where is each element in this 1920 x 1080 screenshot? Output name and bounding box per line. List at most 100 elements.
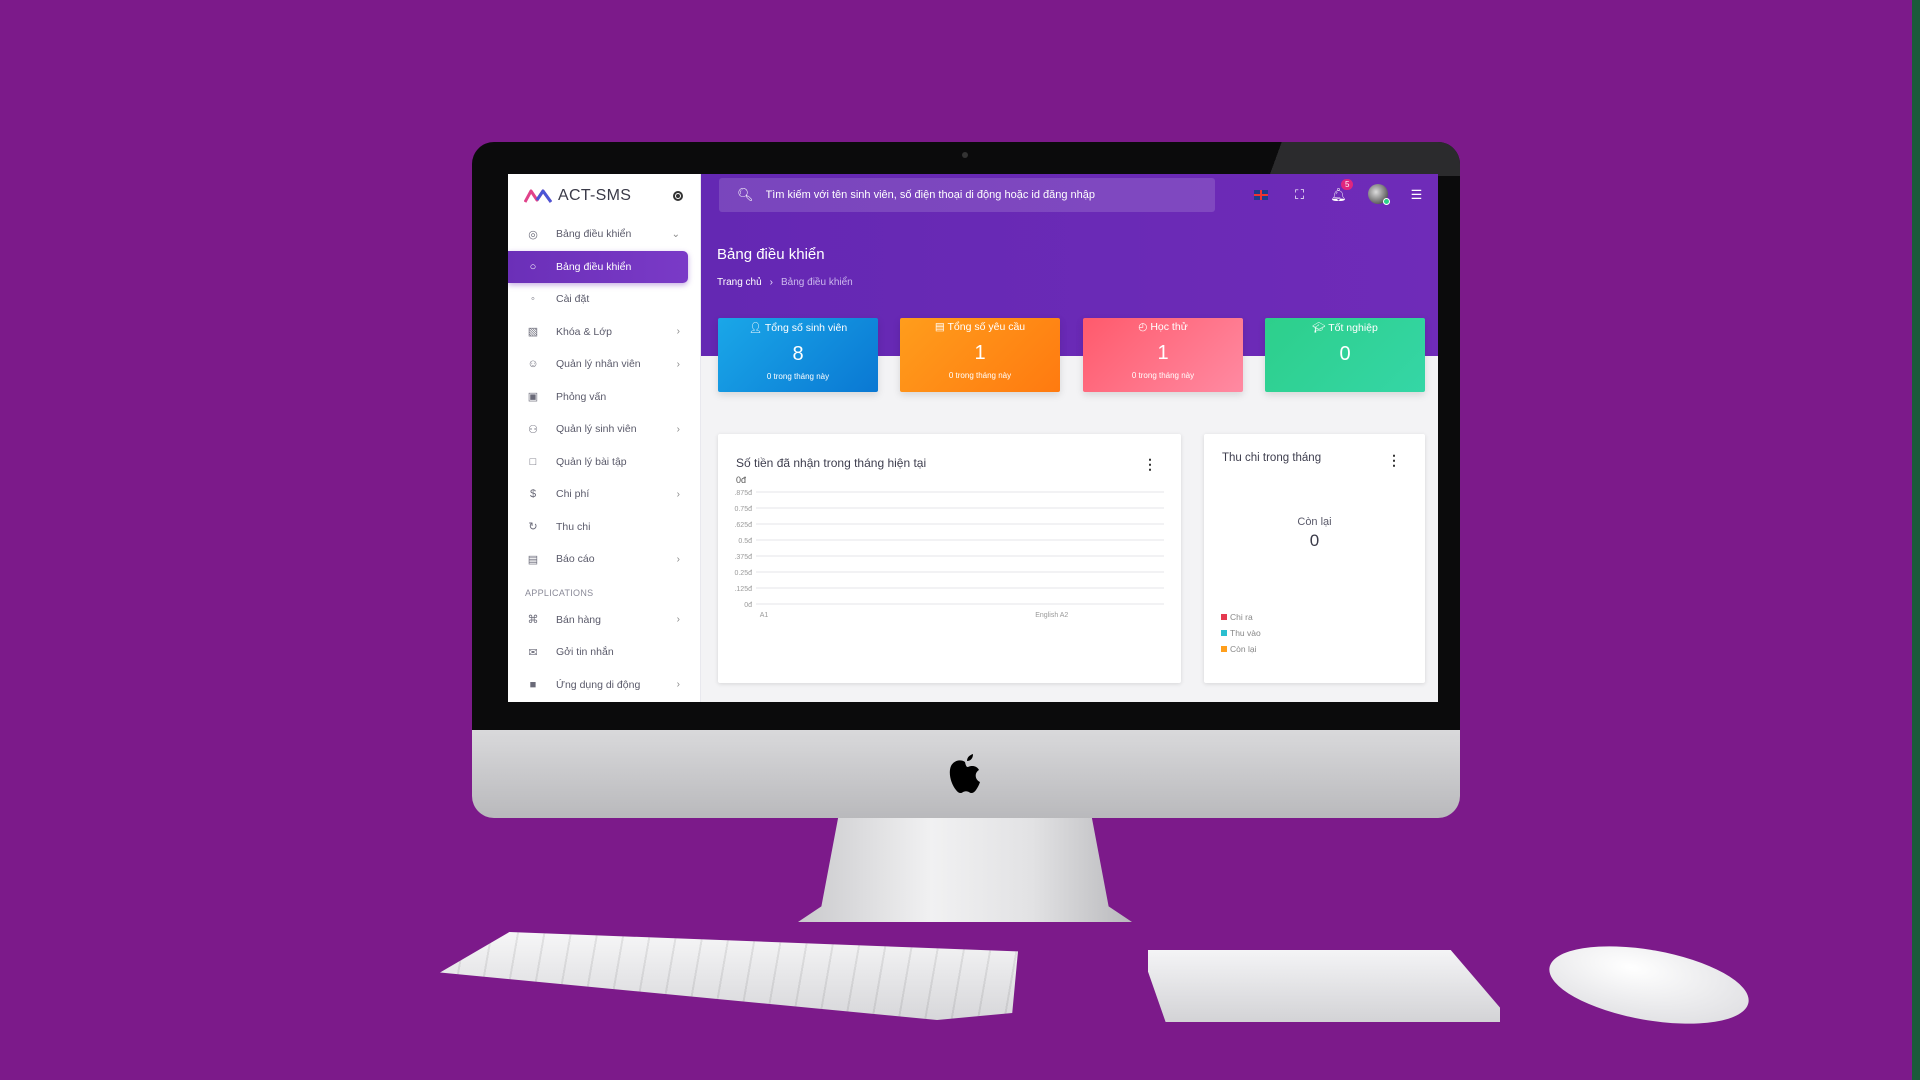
card-icon: ▤: [934, 321, 945, 333]
notification-badge: 5: [1341, 179, 1354, 190]
legend-swatch: [1221, 646, 1227, 652]
sidebar-toggle-radio[interactable]: [673, 191, 683, 201]
mail-icon: ✉: [528, 646, 538, 659]
stat-card-requests[interactable]: ▤ Tổng số yêu cầu 1 0 trong tháng này: [900, 318, 1060, 392]
legend-item[interactable]: Còn lại: [1221, 641, 1261, 657]
breadcrumb-current: Bảng điều khiển: [781, 277, 853, 288]
bezel-glare: [1200, 142, 1460, 176]
chevron-right-icon: ›: [676, 614, 680, 626]
balance-legend: Chi ra Thu vào Còn lại: [1221, 609, 1261, 657]
legend-swatch: [1221, 630, 1227, 636]
imac-stand: [798, 818, 1132, 922]
sidebar-item-label: Bảng điều khiển: [556, 228, 632, 241]
sidebar-item[interactable]: $ Chi phí ›: [508, 478, 700, 511]
graduation-icon: 🎓︎: [1312, 322, 1326, 334]
stat-card-students[interactable]: 👤︎ Tổng số sinh viên 8 0 trong tháng này: [718, 318, 878, 392]
legend-item[interactable]: Chi ra: [1221, 609, 1261, 625]
sidebar-apps-nav: ⌘ Bán hàng › ✉ Gởi tin nhắn ■ Ứng dụng di động…: [508, 604, 700, 702]
sidebar-item-label: Quản lý sinh viên: [556, 423, 637, 436]
more-options-icon[interactable]: ⋮: [1387, 452, 1401, 469]
android-icon: ■: [529, 678, 537, 691]
search-bar[interactable]: 🔍︎: [719, 178, 1215, 212]
brand-logo-icon: [524, 189, 552, 203]
search-input[interactable]: [765, 189, 1206, 201]
legend-label: Chi ra: [1230, 612, 1253, 622]
camera-dot: [962, 152, 968, 158]
sidebar-item-label: Chi phí: [556, 488, 590, 501]
sidebar-item-label: Quản lý nhân viên: [556, 358, 641, 371]
chevron-down-icon: ⌄: [671, 228, 680, 240]
fullscreen-icon[interactable]: ⛶: [1280, 187, 1319, 203]
y-tick-label: .125đ: [734, 586, 752, 593]
sidebar-section-title: APPLICATIONS: [525, 587, 594, 598]
report-icon: ▤: [527, 553, 539, 566]
sidebar-item-label: Thu chi: [556, 520, 591, 533]
sidebar-item-label: Gởi tin nhắn: [556, 646, 614, 659]
user-icon: 👤︎: [748, 322, 763, 334]
stat-title: Tốt nghiệp: [1328, 322, 1378, 334]
stat-title: Tổng số yêu cầu: [947, 321, 1026, 333]
sidebar-item[interactable]: ◦ Cài đặt: [508, 283, 700, 316]
legend-label: Còn lại: [1230, 644, 1257, 654]
top-toolbar: ⛶ 🔔︎ 5 ☰: [1241, 179, 1436, 208]
chevron-right-icon: ›: [676, 423, 680, 435]
mouse: [1543, 932, 1755, 1038]
sidebar-item[interactable]: □ Quản lý bài tập: [508, 446, 700, 479]
legend-item[interactable]: Thu vào: [1221, 625, 1261, 641]
sidebar-item[interactable]: ⚇ Quản lý sinh viên ›: [508, 413, 700, 446]
clipboard-icon: □: [529, 455, 537, 468]
people-icon: ⚇: [528, 423, 538, 436]
sidebar-item[interactable]: ▧ Khóa & Lớp ›: [508, 316, 700, 349]
stat-value: 1: [1157, 342, 1169, 364]
chevron-right-icon: ›: [676, 326, 680, 338]
stat-card-trial[interactable]: ◴ Học thử 1 0 trong tháng này: [1083, 318, 1243, 392]
id-card-icon: ▣: [527, 391, 539, 404]
sidebar-item[interactable]: ✉ Gởi tin nhắn: [508, 636, 700, 669]
face-icon: ☺: [527, 358, 539, 371]
trackpad: [1148, 950, 1500, 1022]
menu-toggle-icon[interactable]: ☰: [1397, 187, 1436, 203]
stat-value: 1: [974, 342, 986, 364]
bell-icon[interactable]: 🔔︎ 5: [1319, 179, 1358, 203]
brand[interactable]: ACT-SMS: [508, 174, 700, 218]
circle-icon: ○: [529, 260, 537, 273]
sidebar-item[interactable]: ▣ Phỏng vấn: [508, 381, 700, 414]
cycle-icon: ↻: [528, 521, 538, 534]
sidebar-item[interactable]: ↻ Thu chi: [508, 511, 700, 544]
income-chart-card: Số tiền đã nhận trong tháng hiện tại ⋮ 0…: [718, 434, 1181, 683]
legend-swatch: [1221, 614, 1227, 620]
sidebar-item[interactable]: ■ Ứng dụng di động ›: [508, 669, 700, 702]
y-tick-label: 0.25đ: [734, 570, 752, 577]
sidebar-item-label: Ứng dụng di động: [556, 678, 641, 691]
sidebar-item[interactable]: ▤ Báo cáo ›: [508, 543, 700, 576]
sidebar-item-label: Khóa & Lớp: [556, 325, 612, 338]
brand-name: ACT-SMS: [558, 187, 632, 204]
balance-card: Thu chi trong tháng ⋮ Còn lại 0 Chi ra Th…: [1204, 434, 1425, 683]
balance-center-label: Còn lại: [1297, 516, 1332, 528]
sidebar-item[interactable]: ◎ Bảng điều khiển ⌄: [508, 218, 700, 251]
breadcrumb-home[interactable]: Trang chủ: [717, 277, 762, 288]
circle-icon: ◦: [531, 293, 535, 306]
cart-icon: ⌘: [527, 614, 539, 627]
background-edge-strip: [1912, 0, 1920, 1080]
chevron-right-icon: ›: [676, 358, 680, 370]
keyboard: [440, 932, 1018, 1020]
dollar-icon: $: [529, 488, 537, 501]
balance-card-title: Thu chi trong tháng: [1222, 452, 1322, 464]
user-avatar[interactable]: [1358, 183, 1397, 207]
main-content: 🔍︎ ⛶ 🔔︎5 ☰ Bảng điều khiển Trang chủ › Bản…: [701, 174, 1438, 702]
sidebar-item[interactable]: ☺ Quản lý nhân viên ›: [508, 348, 700, 381]
sidebar: ACT-SMS ◎ Bảng điều khiển ⌄ ○ Bảng điều khiể…: [508, 174, 701, 702]
y-tick-label: .625đ: [734, 522, 752, 529]
sidebar-item[interactable]: ○ Bảng điều khiển: [508, 250, 688, 283]
sidebar-item[interactable]: ⌘ Bán hàng ›: [508, 604, 700, 637]
balance-center-value: 0: [1309, 531, 1320, 550]
chevron-right-icon: ›: [676, 488, 680, 500]
book-icon: ▧: [527, 326, 539, 339]
search-icon: 🔍︎: [737, 187, 754, 202]
online-status-dot: [1382, 197, 1390, 205]
breadcrumb-separator: ›: [769, 277, 773, 288]
language-flag-icon[interactable]: [1241, 188, 1280, 203]
stat-card-graduated[interactable]: 🎓︎ Tốt nghiệp 0: [1265, 318, 1425, 392]
sidebar-nav: ◎ Bảng điều khiển ⌄ ○ Bảng điều khiển ◦ Cài đặ…: [508, 218, 700, 576]
